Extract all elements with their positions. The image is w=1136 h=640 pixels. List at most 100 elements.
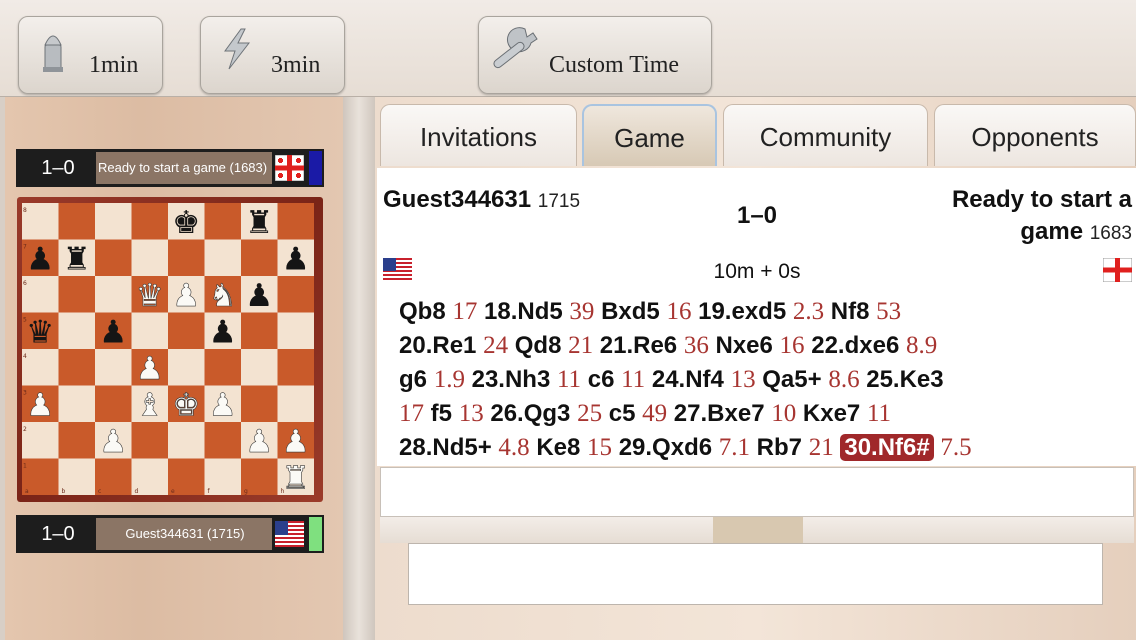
move[interactable]: 19.exd5 [698,298,786,325]
three-min-button[interactable]: 3min [200,16,345,94]
move[interactable]: Kxe7 [803,400,860,427]
board-square-h6[interactable] [277,276,315,313]
black-rook-piece[interactable]: ♜ [63,241,91,277]
move[interactable]: 22.dxe6 [811,332,899,359]
move[interactable]: 20.Re1 [399,332,476,359]
move[interactable]: Rb7 [757,434,802,461]
move[interactable]: 24.Nf4 [652,366,724,393]
tab-community[interactable]: Community [723,104,928,166]
panel-divider[interactable] [343,97,375,640]
move[interactable]: g6 [399,366,427,393]
move[interactable]: Ke8 [536,434,580,461]
move[interactable]: 18.Nd5 [484,298,563,325]
black-pawn-piece[interactable]: ♟ [282,241,310,277]
board-square-e7[interactable] [168,239,205,277]
board-square-b8[interactable] [58,203,96,240]
move[interactable]: Nxe6 [716,332,773,359]
black-pawn-piece[interactable]: ♟ [209,314,237,350]
move[interactable]: 28.Nd5+ [399,434,492,461]
white-king-piece[interactable]: ♚ [172,387,201,424]
white-knight-piece[interactable]: ♞ [208,278,237,315]
board-square-d2[interactable] [131,422,169,459]
board-square-d7[interactable] [131,239,169,277]
board-square-e5[interactable] [168,312,205,350]
chat-area[interactable] [380,467,1134,517]
move[interactable]: c6 [588,366,615,393]
board-square-h3[interactable] [277,385,315,423]
board-square-c7[interactable] [95,239,132,277]
board-square-g5[interactable] [241,312,278,350]
board-square-f8[interactable] [204,203,242,240]
board-square-g7[interactable] [241,239,278,277]
board-square-a6[interactable] [22,276,59,313]
white-rook-piece[interactable]: ♜ [281,460,310,495]
white-pawn-piece[interactable]: ♟ [99,424,128,461]
move[interactable]: Qa5+ [762,366,821,393]
custom-time-button[interactable]: Custom Time [478,16,712,94]
board-square-b6[interactable] [58,276,96,313]
white-pawn-piece[interactable]: ♟ [135,351,164,388]
board-square-a4[interactable] [22,349,59,386]
board-square-f2[interactable] [204,422,242,459]
tab-game[interactable]: Game [582,104,717,166]
one-min-button[interactable]: 1min [18,16,163,94]
black-king-piece[interactable]: ♚ [172,205,200,241]
move[interactable]: 26.Qg3 [490,400,570,427]
board-square-a8[interactable] [22,203,59,240]
board-square-b4[interactable] [58,349,96,386]
move[interactable]: 25.Ke3 [866,366,943,393]
panel-scroll-thumb[interactable] [713,517,803,543]
current-move[interactable]: 30.Nf6# [840,434,934,461]
move[interactable]: Bxd5 [601,298,660,325]
move[interactable]: Qd8 [515,332,562,359]
tab-invitations[interactable]: Invitations [380,104,577,166]
white-pawn-piece[interactable]: ♟ [281,424,310,461]
move[interactable]: 23.Nh3 [472,366,551,393]
white-queen-piece[interactable]: ♛ [135,278,164,315]
board-square-f1[interactable] [204,458,242,496]
white-pawn-piece[interactable]: ♟ [172,278,201,315]
board-square-c6[interactable] [95,276,132,313]
board-square-c8[interactable] [95,203,132,240]
board-square-f7[interactable] [204,239,242,277]
white-pawn-piece[interactable]: ♟ [208,387,237,424]
move[interactable]: 29.Qxd6 [619,434,712,461]
board-square-b2[interactable] [58,422,96,459]
board-square-e4[interactable] [168,349,205,386]
board-square-c4[interactable] [95,349,132,386]
board-square-e2[interactable] [168,422,205,459]
tab-opponents[interactable]: Opponents [934,104,1136,166]
board-square-g3[interactable] [241,385,278,423]
black-queen-piece[interactable]: ♛ [26,314,54,350]
move-list[interactable]: Qb8 17 18.Nd5 39 Bxd5 16 19.exd5 2.3 Nf8… [377,294,1136,466]
move[interactable]: c5 [609,400,636,427]
white-pawn-piece[interactable]: ♟ [26,387,55,424]
board-square-b3[interactable] [58,385,96,423]
white-bishop-piece[interactable]: ♝ [135,387,164,424]
bottom-player-score: 1–0 [41,523,75,545]
board-square-d5[interactable] [131,312,169,350]
black-pawn-piece[interactable]: ♟ [99,314,127,350]
chess-board[interactable]: ♚ ♜♟ ♜ ♟♛ ♟ ♞ ♟♛ ♟ ♟♟♟ ♝ ♚ ♟♟ ♟ ♟♜a b c d e f g h87654321 [22,203,314,495]
message-input[interactable] [408,543,1103,605]
board-square-c3[interactable] [95,385,132,423]
white-pawn-piece[interactable]: ♟ [245,424,274,461]
board-square-h5[interactable] [277,312,315,350]
move[interactable]: f5 [431,400,452,427]
move[interactable]: Qb8 [399,298,446,325]
board-square-a2[interactable] [22,422,59,459]
file-label: b [62,488,66,495]
white-player-name: Guest344631 [383,186,532,213]
move[interactable]: Nf8 [831,298,870,325]
black-rook-piece[interactable]: ♜ [245,205,273,241]
move[interactable]: 21.Re6 [600,332,677,359]
move[interactable]: 27.Bxe7 [674,400,765,427]
black-pawn-piece[interactable]: ♟ [26,241,54,277]
black-pawn-piece[interactable]: ♟ [245,278,273,314]
board-square-h4[interactable] [277,349,315,386]
board-square-f4[interactable] [204,349,242,386]
board-square-g4[interactable] [241,349,278,386]
board-square-h8[interactable] [277,203,315,240]
board-square-b5[interactable] [58,312,96,350]
board-square-d8[interactable] [131,203,169,240]
